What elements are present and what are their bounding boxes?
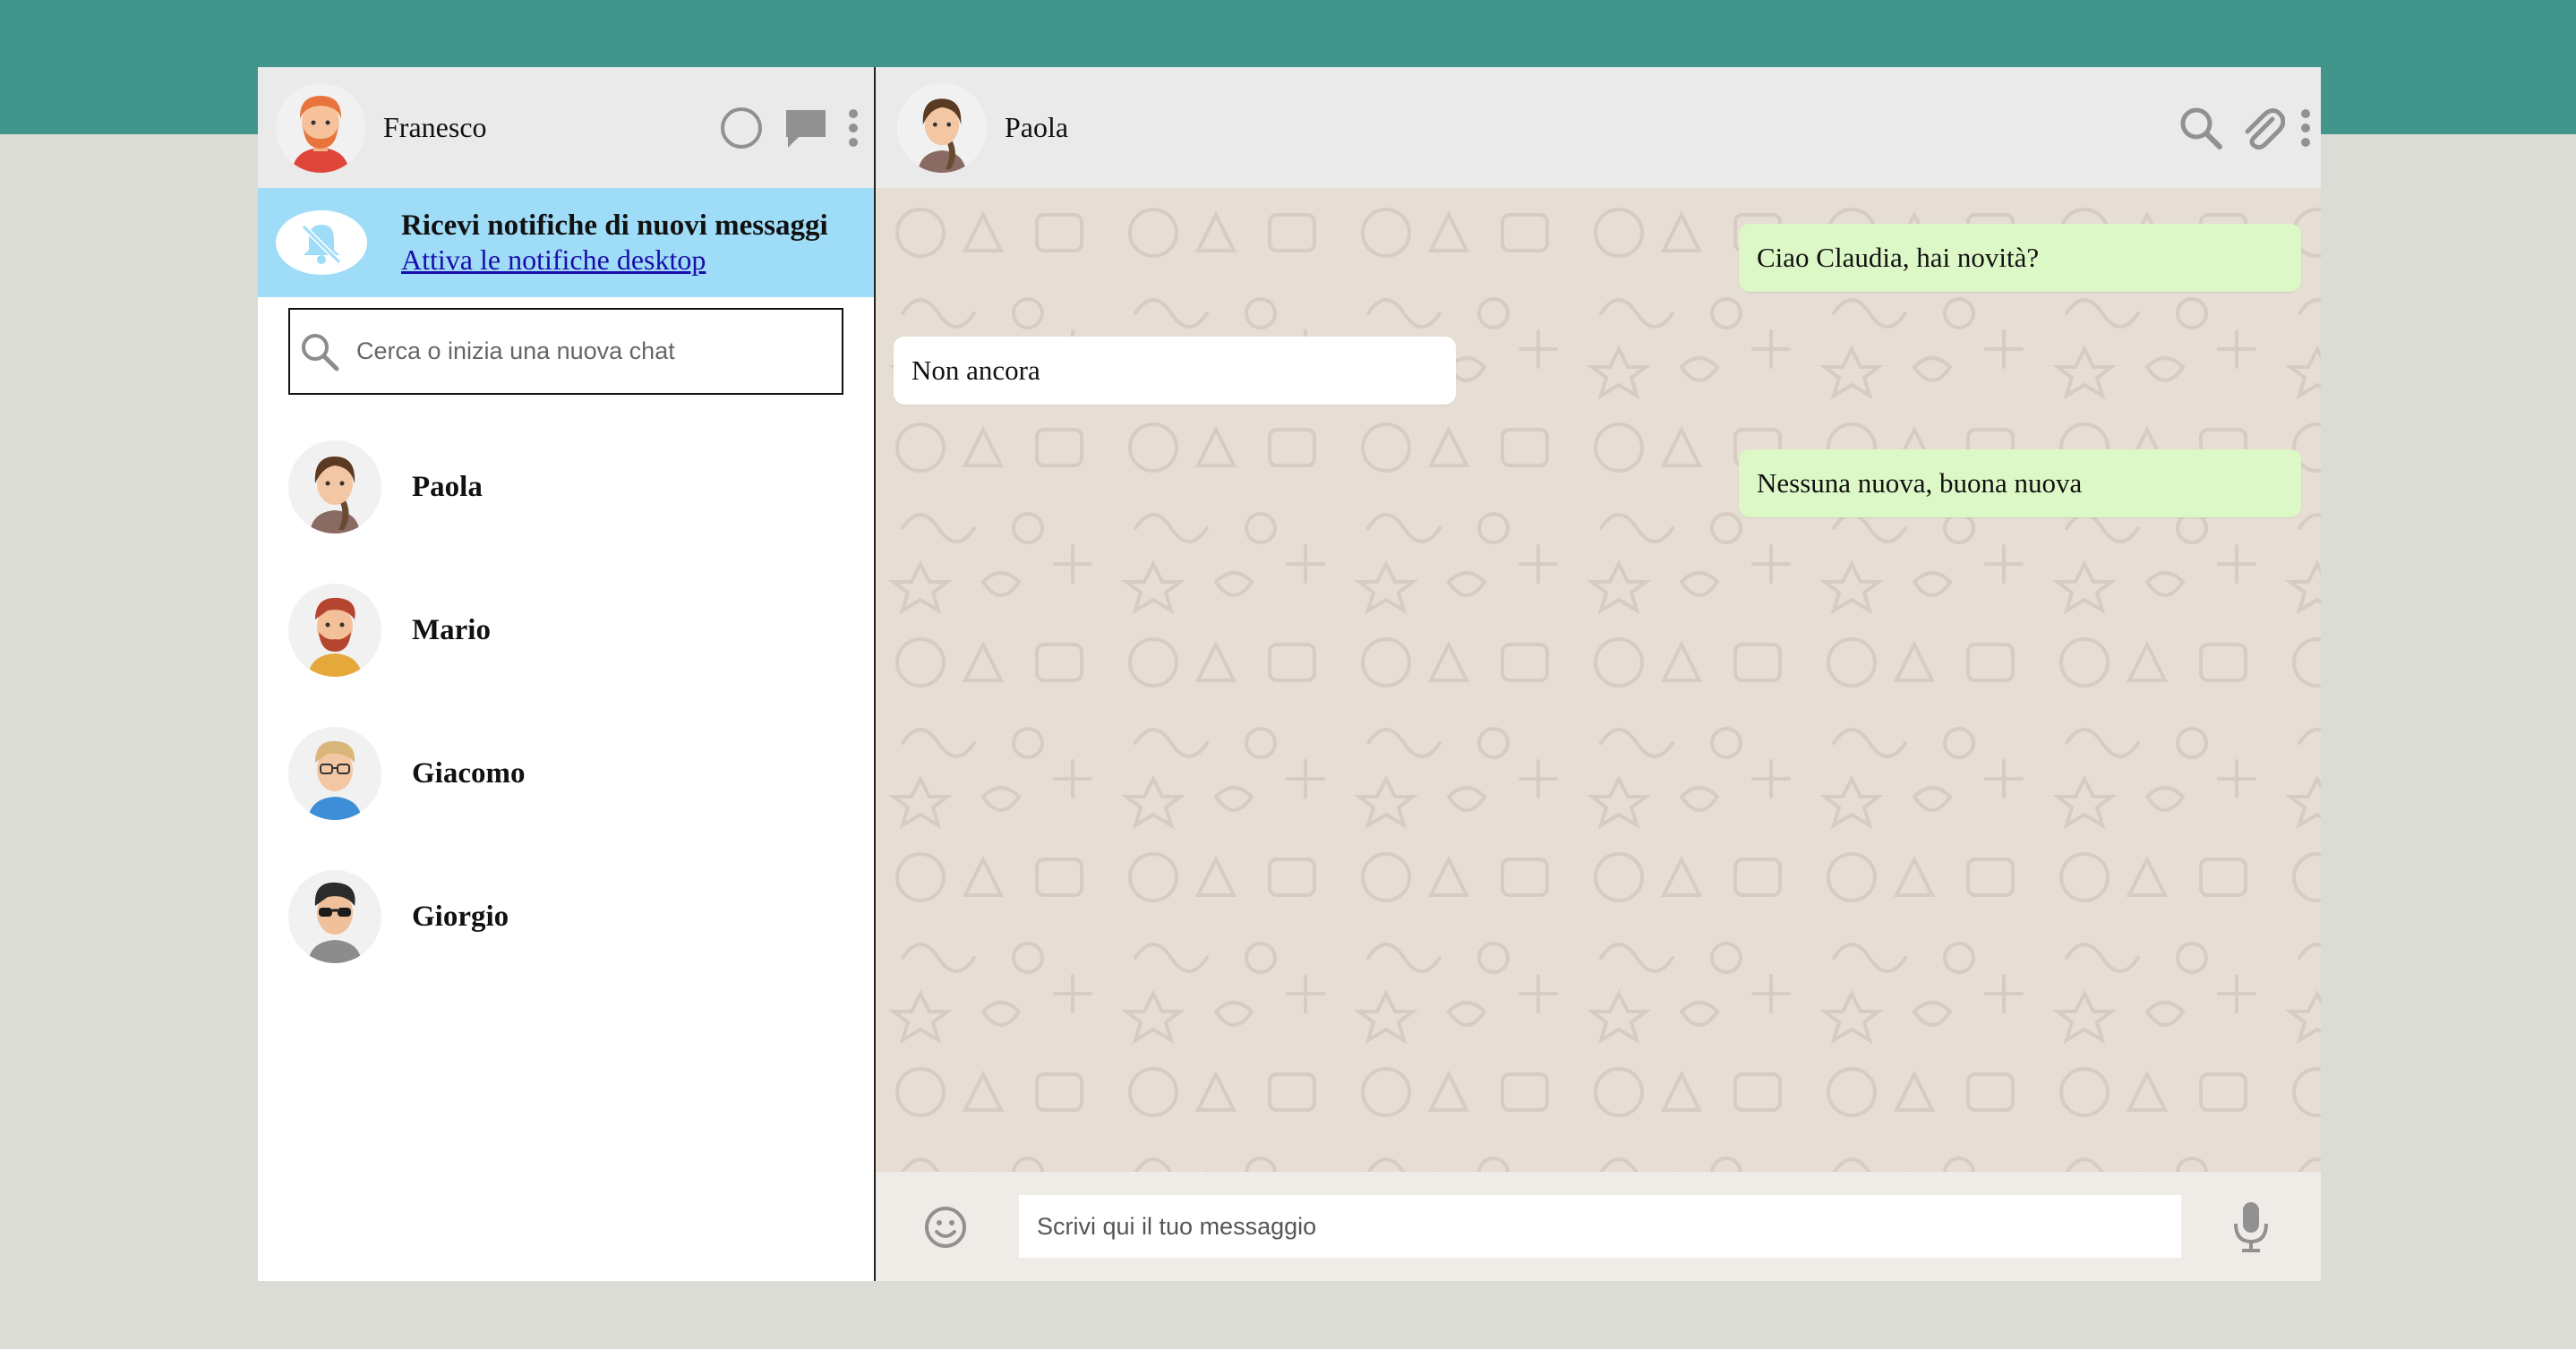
chat-header: Paola <box>876 67 2321 188</box>
mic-icon[interactable] <box>2231 1200 2271 1254</box>
chat-wallpaper <box>876 188 2321 1172</box>
menu-dots-icon[interactable] <box>847 107 860 149</box>
message-text: Ciao Claudia, hai novità? <box>1757 242 2040 273</box>
emoji-icon[interactable] <box>922 1204 969 1251</box>
app-window: Franesco Ricevi notifiche di nuovi messa… <box>258 67 2321 1281</box>
new-chat-icon[interactable] <box>783 105 829 151</box>
chat-pane: Paola Ciao Claudia, hai novità? Non anco… <box>876 67 2321 1281</box>
search-icon <box>299 331 340 372</box>
status-icon[interactable] <box>718 105 765 151</box>
contact-name: Paola <box>412 470 483 503</box>
contact-item-giorgio[interactable]: Giorgio <box>258 845 874 988</box>
message-bubble-received: Non ancora <box>894 337 1456 405</box>
user-name: Franesco <box>383 111 487 143</box>
contact-avatar <box>288 440 381 534</box>
search-input[interactable] <box>355 323 842 380</box>
message-text: Nessuna nuova, buona nuova <box>1757 467 2083 499</box>
contact-name: Mario <box>412 613 491 646</box>
notification-title: Ricevi notifiche di nuovi messaggi <box>401 209 828 242</box>
chat-messages: Ciao Claudia, hai novità? Non ancora Nes… <box>876 188 2321 1172</box>
contact-name: Giacomo <box>412 756 526 790</box>
contact-list: Paola Mario Giacomo Giorgio <box>258 396 874 988</box>
contact-name: Giorgio <box>412 900 509 933</box>
active-chat-avatar[interactable] <box>897 82 987 173</box>
active-chat-name: Paola <box>1005 111 1069 143</box>
search-icon[interactable] <box>2178 105 2224 151</box>
message-composer <box>876 1172 2321 1281</box>
contact-avatar <box>288 870 381 963</box>
message-input[interactable] <box>1019 1195 2181 1258</box>
search-box <box>288 308 843 395</box>
enable-notifications-link[interactable]: Attiva le notifiche desktop <box>401 243 828 277</box>
menu-dots-icon[interactable] <box>2299 107 2312 149</box>
contact-item-paola[interactable]: Paola <box>258 415 874 559</box>
contact-item-mario[interactable]: Mario <box>258 559 874 702</box>
message-bubble-sent: Nessuna nuova, buona nuova <box>1739 449 2301 517</box>
notification-banner: Ricevi notifiche di nuovi messaggi Attiv… <box>258 188 874 297</box>
user-avatar[interactable] <box>276 82 365 173</box>
contact-avatar <box>288 727 381 820</box>
bell-off-icon <box>276 210 367 275</box>
sidebar-header: Franesco <box>258 67 874 188</box>
sidebar: Franesco Ricevi notifiche di nuovi messa… <box>258 67 876 1281</box>
message-bubble-sent: Ciao Claudia, hai novità? <box>1739 224 2301 292</box>
contact-avatar <box>288 584 381 677</box>
attach-icon[interactable] <box>2238 105 2285 151</box>
contact-item-giacomo[interactable]: Giacomo <box>258 702 874 845</box>
message-text: Non ancora <box>911 354 1040 386</box>
search-area <box>258 297 874 396</box>
